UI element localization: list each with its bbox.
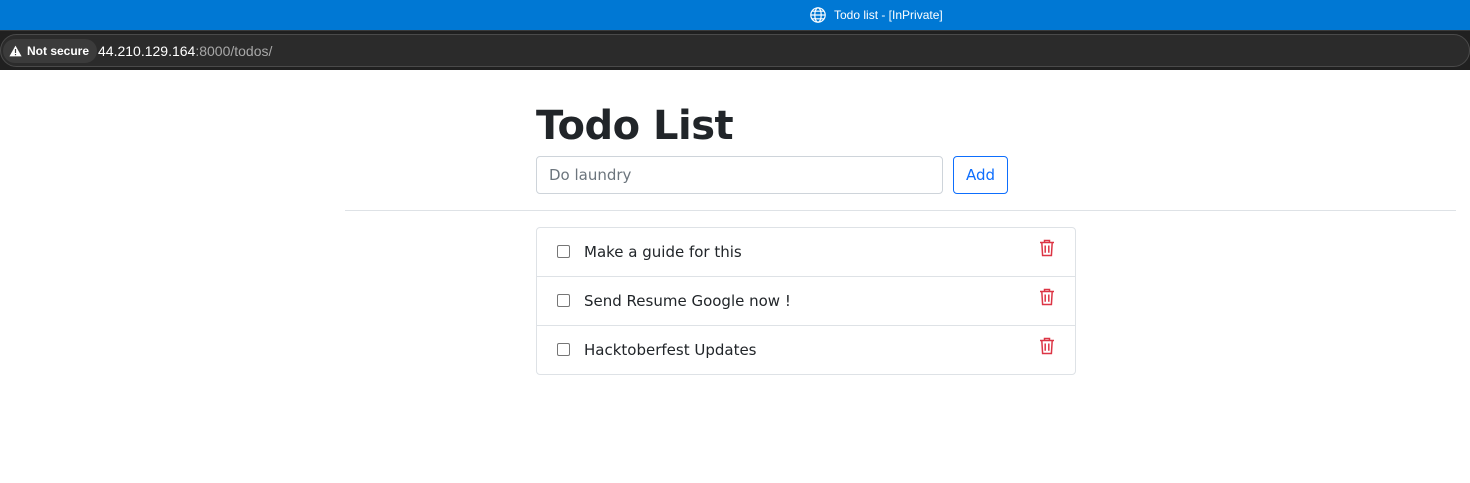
security-indicator[interactable]: Not secure xyxy=(3,39,98,63)
todo-checkbox[interactable] xyxy=(557,294,570,307)
todo-text: Hacktoberfest Updates xyxy=(584,341,757,359)
todo-checkbox[interactable] xyxy=(557,343,570,356)
url-text[interactable]: 44.210.129.164:8000/todos/ xyxy=(98,43,272,59)
todo-item: Send Resume Google now ! xyxy=(537,277,1075,326)
divider xyxy=(345,210,1456,211)
window-titlebar: Todo list - [InPrivate] xyxy=(0,0,1470,30)
todo-text: Make a guide for this xyxy=(584,243,742,261)
todo-checkbox[interactable] xyxy=(557,245,570,258)
window-title: Todo list - [InPrivate] xyxy=(834,7,943,22)
trash-icon[interactable] xyxy=(1039,239,1055,257)
omnibox[interactable]: Not secure 44.210.129.164:8000/todos/ xyxy=(0,34,1470,67)
page-title: Todo List xyxy=(536,103,734,149)
add-button[interactable]: Add xyxy=(953,156,1008,194)
trash-icon[interactable] xyxy=(1039,288,1055,306)
todo-input[interactable] xyxy=(536,156,943,194)
trash-icon[interactable] xyxy=(1039,337,1055,355)
warning-icon xyxy=(9,45,22,57)
url-path: :8000/todos/ xyxy=(195,43,273,59)
url-host: 44.210.129.164 xyxy=(98,43,196,59)
todo-item: Hacktoberfest Updates xyxy=(537,326,1075,374)
todo-text: Send Resume Google now ! xyxy=(584,292,791,310)
address-bar: Not secure 44.210.129.164:8000/todos/ xyxy=(0,30,1470,70)
todo-list: Make a guide for this Send Resume Google… xyxy=(536,227,1076,375)
page-content: Todo List Add Make a guide for this Send… xyxy=(0,70,1470,483)
security-label: Not secure xyxy=(27,44,90,58)
todo-item: Make a guide for this xyxy=(537,228,1075,277)
window-title-group: Todo list - [InPrivate] xyxy=(809,6,943,24)
globe-icon xyxy=(809,6,827,24)
